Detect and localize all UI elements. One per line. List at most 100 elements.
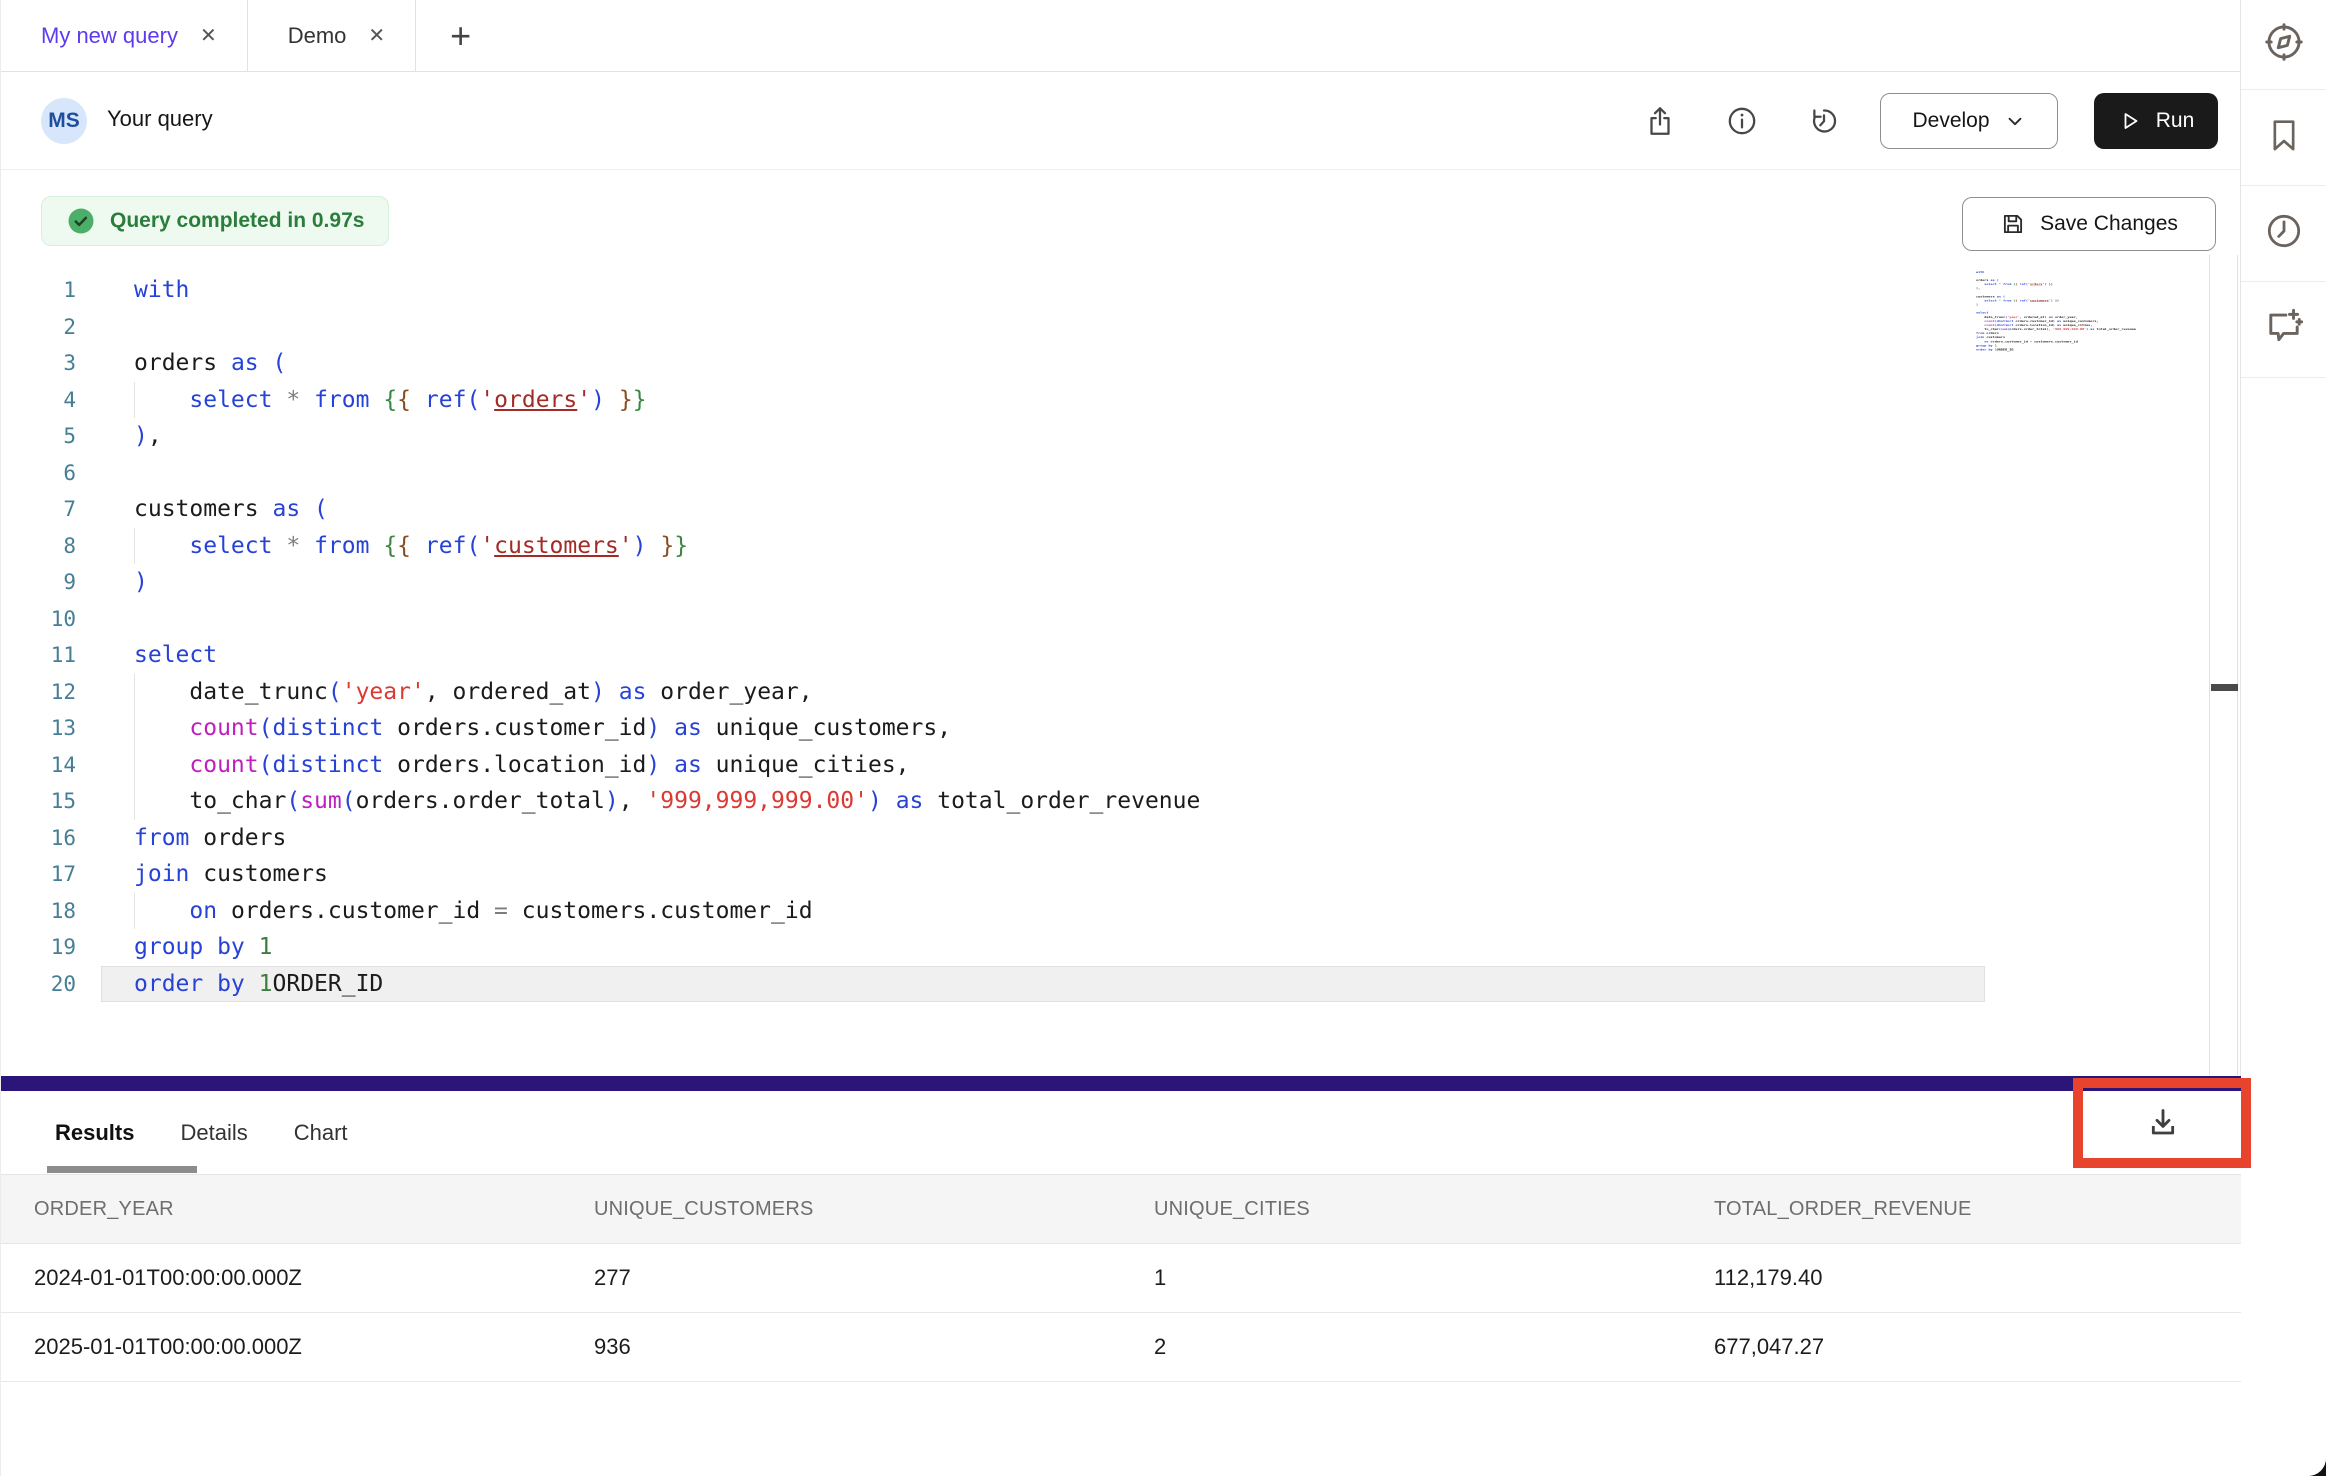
line-number: 1 bbox=[1, 272, 76, 309]
play-icon bbox=[2118, 109, 2142, 133]
results-tab-details[interactable]: Details bbox=[180, 1120, 247, 1146]
code-text: ) bbox=[134, 564, 148, 601]
query-status-text: Query completed in 0.97s bbox=[110, 209, 364, 233]
plus-icon[interactable]: + bbox=[416, 0, 506, 71]
line-number: 10 bbox=[1, 601, 76, 638]
results-tab-chart[interactable]: Chart bbox=[294, 1120, 348, 1146]
sidebar-item-clock[interactable] bbox=[2241, 186, 2326, 282]
bookmark-icon bbox=[2264, 115, 2304, 160]
code-line: 1 with bbox=[1, 272, 2240, 309]
line-number: 20 bbox=[1, 966, 76, 1003]
column-header-unique-cities: UNIQUE_CITIES bbox=[1121, 1198, 1681, 1221]
avatar: MS bbox=[41, 98, 87, 144]
code-line: 5), bbox=[1, 418, 2240, 455]
tab-label: My new query bbox=[41, 23, 178, 49]
code-line: 8 select * from {{ ref('customers') }} bbox=[1, 528, 2240, 565]
sql-editor[interactable]: 1with23orders as (4 select * from {{ ref… bbox=[1, 255, 2240, 1075]
code-text: select bbox=[134, 637, 217, 674]
code-text: count(distinct orders.customer_id) as un… bbox=[134, 710, 951, 747]
download-results-button[interactable] bbox=[2142, 1102, 2184, 1144]
header-actions: Develop Run bbox=[1634, 72, 2218, 169]
code-line: 17 join customers bbox=[1, 856, 2240, 893]
table-cell: 1 bbox=[1121, 1265, 1681, 1291]
line-number: 17 bbox=[1, 856, 76, 893]
results-table-header: ORDER_YEARUNIQUE_CUSTOMERSUNIQUE_CITIEST… bbox=[1, 1174, 2241, 1244]
code-text: customers as ( bbox=[134, 491, 328, 528]
code-line: 3orders as ( bbox=[1, 345, 2240, 382]
develop-button[interactable]: Develop bbox=[1880, 93, 2058, 149]
tab-my-new-query[interactable]: My new query ✕ bbox=[1, 0, 248, 71]
close-icon[interactable]: ✕ bbox=[200, 23, 217, 48]
page-title: Your query bbox=[107, 106, 213, 132]
code-text: group by 1 bbox=[134, 929, 273, 966]
code-text: date_trunc('year', ordered_at) as order_… bbox=[134, 674, 813, 711]
code-text: select * from {{ ref('orders') }} bbox=[134, 382, 647, 419]
code-text: ), bbox=[134, 418, 162, 455]
table-row: 2024-01-01T00:00:00.000Z2771112,179.40 bbox=[1, 1244, 2241, 1313]
sidebar-item-bookmark[interactable] bbox=[2241, 90, 2326, 186]
table-cell: 2024-01-01T00:00:00.000Z bbox=[1, 1265, 561, 1291]
results-tab-results[interactable]: Results bbox=[55, 1120, 134, 1146]
line-number: 11 bbox=[1, 637, 76, 674]
line-number: 15 bbox=[1, 783, 76, 820]
code-line: 12 date_trunc('year', ordered_at) as ord… bbox=[1, 674, 2240, 711]
results-tab-bar: Results Details Chart bbox=[1, 1091, 2241, 1174]
code-line: 19 group by 1 bbox=[1, 929, 2240, 966]
chevron-down-icon bbox=[2004, 110, 2026, 132]
status-row: Query completed in 0.97s Save Changes bbox=[1, 170, 2240, 255]
table-cell: 277 bbox=[561, 1265, 1121, 1291]
scrollbar-handle[interactable] bbox=[2211, 684, 2238, 691]
panel-resize-divider[interactable] bbox=[1, 1076, 2241, 1091]
table-row: 2025-01-01T00:00:00.000Z9362677,047.27 bbox=[1, 1313, 2241, 1382]
editor-minimap[interactable]: 1with23orders as (4 select * from {{ ref… bbox=[1976, 270, 2146, 380]
code-text: on orders.customer_id = customers.custom… bbox=[134, 893, 813, 930]
code-text: join customers bbox=[134, 856, 328, 893]
active-tab-underline bbox=[47, 1166, 197, 1173]
code-text: with bbox=[134, 272, 189, 309]
save-changes-label: Save Changes bbox=[2040, 212, 2178, 236]
compass-icon bbox=[2262, 20, 2306, 69]
code-line: 15 to_char(sum(orders.order_total), '999… bbox=[1, 783, 2240, 820]
line-number: 9 bbox=[1, 564, 76, 601]
line-number: 12 bbox=[1, 674, 76, 711]
clock-icon bbox=[2263, 210, 2305, 257]
table-cell: 2025-01-01T00:00:00.000Z bbox=[1, 1334, 561, 1360]
tab-demo[interactable]: Demo ✕ bbox=[248, 0, 416, 71]
right-sidebar bbox=[2241, 0, 2326, 1476]
app-window: My new query ✕ Demo ✕ + MS Your query Develo… bbox=[0, 0, 2326, 1476]
floppy-icon bbox=[2000, 211, 2026, 237]
sidebar-item-chat-sparkles[interactable] bbox=[2241, 282, 2326, 378]
code-text: to_char(sum(orders.order_total), '999,99… bbox=[1976, 327, 2136, 331]
code-text: select * from {{ ref('customers') }} bbox=[1976, 299, 2059, 303]
line-number: 2 bbox=[1, 309, 76, 346]
sidebar-item-compass[interactable] bbox=[2241, 0, 2326, 90]
line-number: 13 bbox=[1, 710, 76, 747]
run-button[interactable]: Run bbox=[2094, 93, 2218, 149]
code-line: 6 bbox=[1, 455, 2240, 492]
close-icon[interactable]: ✕ bbox=[368, 23, 385, 48]
line-number: 6 bbox=[1, 455, 76, 492]
code-line: 20order by 1ORDER_ID bbox=[1976, 348, 2146, 352]
line-number: 19 bbox=[1, 929, 76, 966]
code-text: select * from {{ ref('customers') }} bbox=[134, 528, 688, 565]
info-icon[interactable] bbox=[1716, 95, 1768, 147]
line-number: 16 bbox=[1, 820, 76, 857]
code-text: with bbox=[1976, 270, 1984, 274]
code-text: orders as ( bbox=[134, 345, 286, 382]
history-icon[interactable] bbox=[1798, 95, 1850, 147]
tab-label: Demo bbox=[288, 23, 347, 49]
main-pane: My new query ✕ Demo ✕ + MS Your query Develo… bbox=[1, 0, 2241, 1476]
line-number: 8 bbox=[1, 528, 76, 565]
editor-scrollbar[interactable] bbox=[2209, 255, 2238, 1075]
results-panel: Results Details Chart ORDER_YEARUNIQUE_CUS… bbox=[1, 1091, 2241, 1476]
save-changes-button[interactable]: Save Changes bbox=[1962, 197, 2216, 251]
query-header: MS Your query Develop Run bbox=[1, 72, 2240, 170]
column-header-order-year: ORDER_YEAR bbox=[1, 1198, 561, 1221]
code-line: 7customers as ( bbox=[1, 491, 2240, 528]
code-area[interactable]: 1with23orders as (4 select * from {{ ref… bbox=[1, 272, 2240, 1002]
line-number: 14 bbox=[1, 747, 76, 784]
code-line: 20order by 1ORDER_ID bbox=[1, 966, 2240, 1003]
share-icon[interactable] bbox=[1634, 95, 1686, 147]
code-line: 11 select bbox=[1, 637, 2240, 674]
line-number: 18 bbox=[1, 893, 76, 930]
